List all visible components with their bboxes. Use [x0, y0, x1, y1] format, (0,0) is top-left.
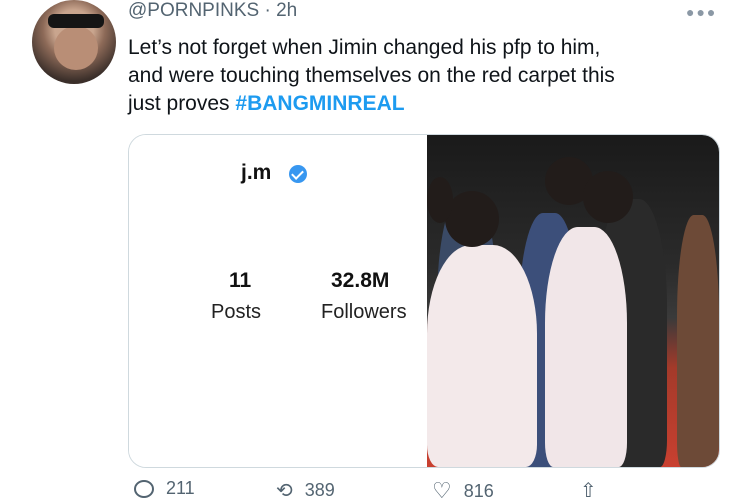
author-handle[interactable]: @PORNPINKS: [128, 0, 259, 21]
avatar-face: [54, 26, 98, 70]
like-count: 816: [463, 480, 494, 501]
share-icon: ⇧: [580, 480, 597, 502]
red-carpet-photo: [427, 135, 719, 467]
tweet-text-line: Let’s not forget when Jimin changed his …: [128, 36, 601, 59]
more-horizontal-icon[interactable]: ●●●: [686, 4, 717, 20]
tweet-header: @PORNPINKS · 2h: [128, 0, 297, 22]
person-head: [445, 191, 499, 247]
share-button[interactable]: ⇧: [580, 478, 597, 503]
person-white-suit: [545, 227, 627, 467]
hashtag-link[interactable]: #BANGMINREAL: [235, 92, 404, 115]
tweet-text: Let’s not forget when Jimin changed his …: [128, 34, 718, 118]
followers-count: 32.8M: [331, 269, 390, 292]
profile-screenshot: j.m 11 Posts 32.8M Followers: [129, 135, 427, 467]
person-head: [427, 177, 453, 223]
reply-count: 211: [166, 478, 195, 498]
heart-icon: ♡: [432, 478, 452, 503]
verified-badge-icon: [289, 165, 307, 183]
tweet-media[interactable]: j.m 11 Posts 32.8M Followers: [128, 134, 720, 468]
retweet-count: 389: [304, 480, 335, 500]
retweet-button[interactable]: ⟲ 389: [276, 478, 335, 503]
reply-button[interactable]: 211: [134, 478, 195, 499]
retweet-icon: ⟲: [276, 480, 293, 502]
person-head: [583, 171, 633, 223]
tweet-text-line: and were touching themselves on the red …: [128, 64, 615, 87]
person-white-suit: [427, 245, 537, 467]
header-separator: ·: [259, 0, 277, 21]
posts-label: Posts: [211, 301, 262, 323]
avatar-glasses: [48, 14, 104, 28]
posts-count: 11: [229, 269, 252, 292]
tweet-actions: 211 ⟲ 389 ♡ 816 ⇧: [128, 478, 648, 503]
tweet-text-line: just proves #BANGMINREAL: [128, 92, 405, 115]
followers-label: Followers: [321, 301, 407, 323]
avatar[interactable]: [32, 0, 116, 84]
profile-name: j.m: [241, 161, 272, 184]
tweet-time[interactable]: 2h: [276, 0, 297, 21]
like-button[interactable]: ♡ 816: [432, 478, 494, 504]
reply-icon: [134, 479, 154, 498]
person-figure: [677, 215, 719, 467]
